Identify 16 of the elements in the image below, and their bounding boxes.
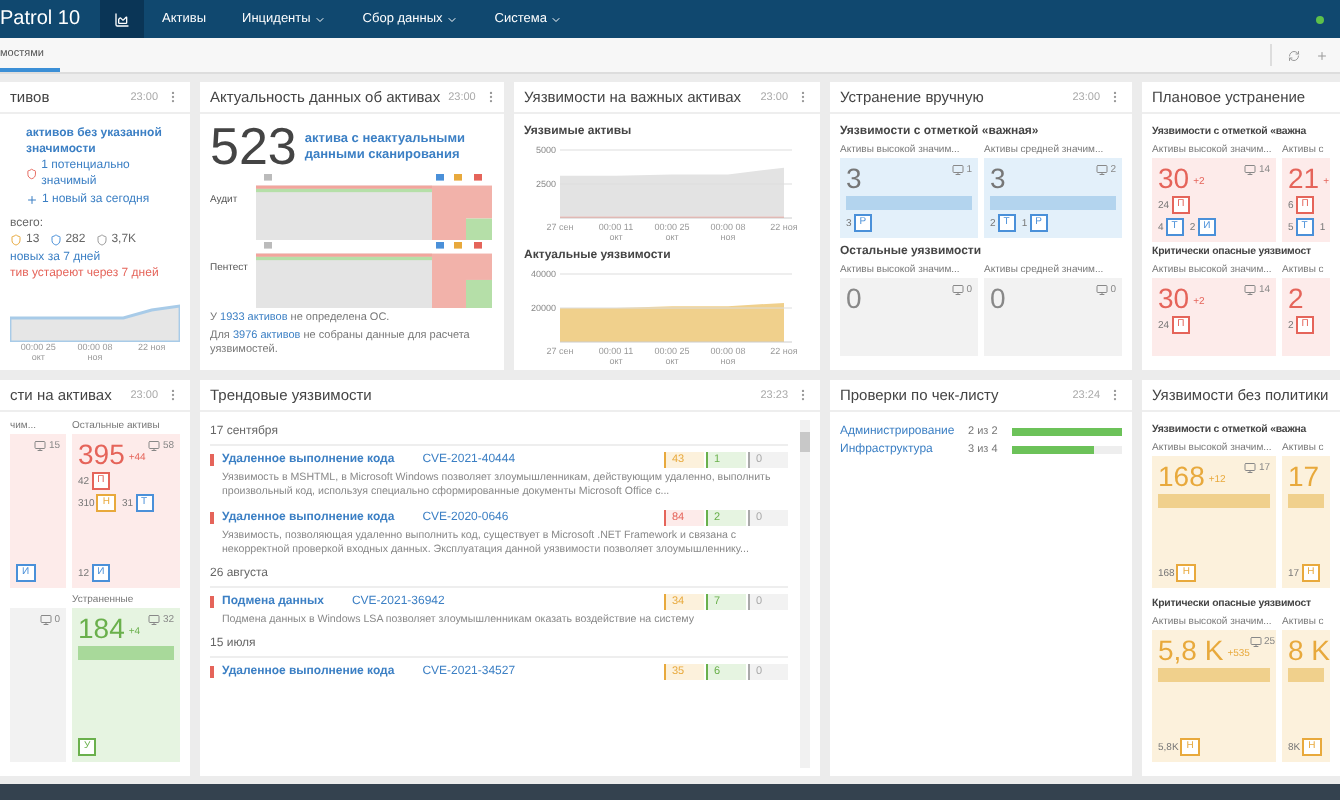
brand-name: Patrol 10	[0, 8, 83, 30]
tile-value: 184	[78, 614, 125, 642]
tile-value: 17	[1288, 462, 1320, 490]
tile-value: 5,8 K	[1158, 636, 1224, 664]
tile-value: 30	[1158, 164, 1190, 192]
tile-value: 30	[1158, 284, 1190, 312]
tile-value: 3	[846, 164, 862, 192]
tile-value: 0	[846, 284, 862, 312]
tile-value: 8 K	[1288, 636, 1331, 664]
tile-value: 0	[990, 284, 1006, 312]
stale-count: 523	[210, 122, 297, 172]
tile-value: 2	[1288, 284, 1304, 312]
tile-value: 168	[1158, 462, 1205, 490]
tile-value: 3	[990, 164, 1006, 192]
tile-value: 395	[78, 440, 125, 468]
tile-value: 21	[1288, 164, 1320, 192]
